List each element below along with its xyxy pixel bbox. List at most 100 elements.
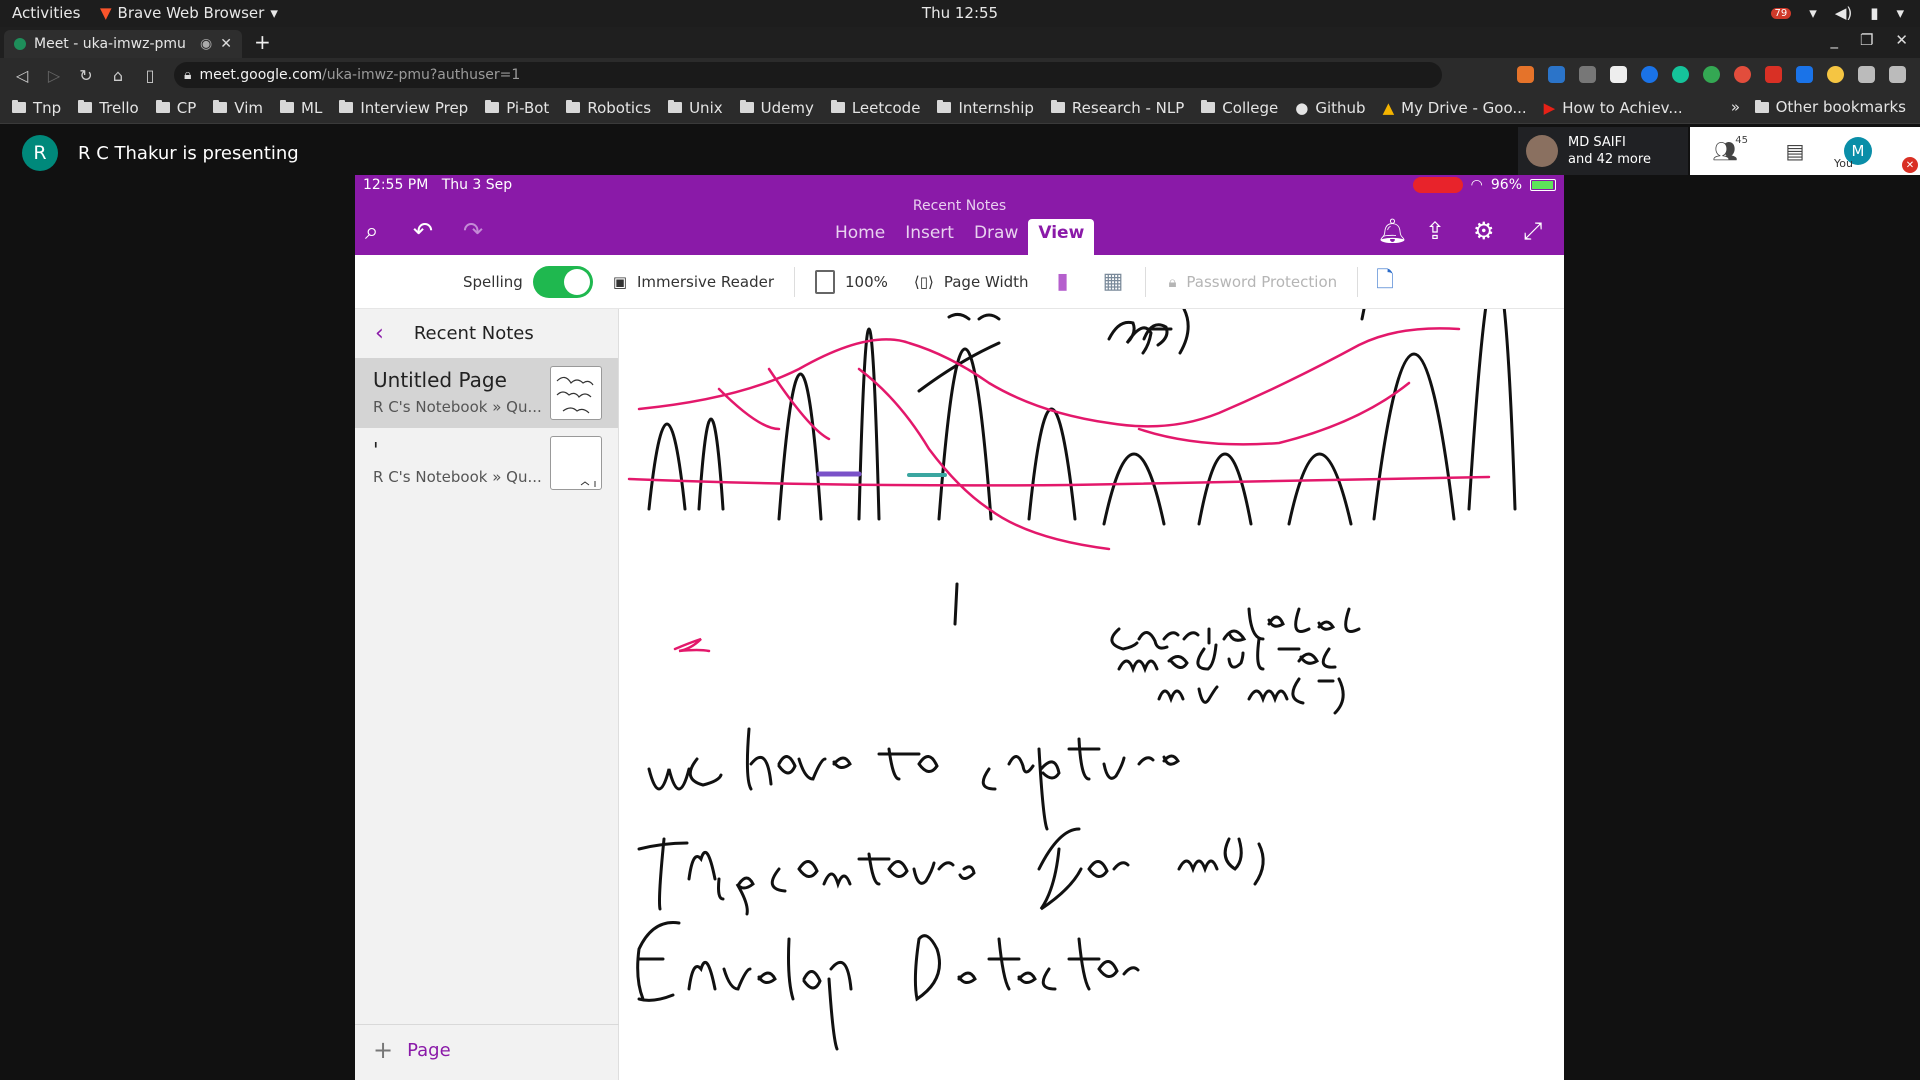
expand-icon[interactable]: ⤢ [1523,217,1542,245]
search-icon[interactable]: ⌕ [365,217,378,245]
bookmark-udemy[interactable]: Udemy [739,99,814,117]
folder-icon [280,100,294,113]
bookmark-leetcode[interactable]: Leetcode [830,99,920,117]
wifi-icon: ◠ [1470,177,1483,193]
people-button[interactable]: 👥︎ 45 [1690,135,1760,163]
note-canvas[interactable] [619,267,1564,1080]
back-icon[interactable]: ◁ [6,66,38,85]
extension-icon[interactable] [1734,66,1751,83]
bookmark-icon[interactable]: ▯ [134,66,166,85]
tab-insert[interactable]: Insert [895,219,964,255]
page-color-icon[interactable]: ▮ [1057,269,1069,294]
extension-icon[interactable] [1548,66,1565,83]
grammarly-icon[interactable] [1672,66,1689,83]
zoom-button[interactable]: 100% [815,269,888,294]
forward-icon[interactable]: ▷ [38,66,70,85]
app-name: Brave Web Browser [117,4,265,22]
password-protection-label: Password Protection [1186,272,1338,291]
system-tray[interactable]: 79 ▾ ◀) ▮ ▾ [1770,4,1904,22]
address-bar[interactable]: 🔒︎ meet.google.com/uka-imwz-pmu?authuser… [174,62,1442,88]
browser-tab[interactable]: Meet - uka-imwz-pmu ◉ ✕ [4,30,242,58]
battery-percent: 96% [1490,177,1522,193]
extension-icon[interactable] [1827,66,1844,83]
bookmark-interview-prep[interactable]: Interview Prep [339,99,468,117]
bookmark-my-drive[interactable]: ▲ My Drive - Goo... [1383,99,1527,117]
clock[interactable]: Thu 12:55 [922,4,998,22]
people-count: 45 [1735,135,1748,146]
menu-icon[interactable] [1889,66,1906,83]
close-tab-icon[interactable]: ✕ [220,36,232,52]
lock-icon: 🔒︎ [184,67,192,83]
bookmark-trello[interactable]: Trello [78,99,139,117]
spelling-label: Spelling [463,272,523,291]
tab-home[interactable]: Home [825,219,895,255]
close-window-icon[interactable]: ✕ [1895,31,1908,49]
extension-icon[interactable] [1517,66,1534,83]
maximize-icon[interactable]: ❐ [1860,31,1873,49]
playlist-icon[interactable] [1858,66,1875,83]
bookmark-ml[interactable]: ML [280,99,322,117]
bookmark-research-nlp[interactable]: Research - NLP [1050,99,1184,117]
minimize-icon[interactable]: _ [1830,31,1838,49]
folder-icon [830,100,845,113]
back-chevron-icon[interactable]: ‹ [375,321,384,346]
bookmarks-bar: Tnp Trello CP Vim ML Interview Prep Pi-B… [0,92,1920,124]
plus-icon: + [373,1036,394,1064]
github-icon: ● [1295,98,1309,117]
tab-strip: Meet - uka-imwz-pmu ◉ ✕ [0,27,1920,58]
folder-icon [339,100,354,113]
more-bookmarks-button[interactable]: » [1731,98,1740,116]
bookmark-college[interactable]: College [1201,99,1278,117]
bookmark-robotics[interactable]: Robotics [566,99,651,117]
list-item[interactable]: ' R C's Notebook » Qu... [355,428,618,498]
other-bookmarks[interactable]: Other bookmarks [1754,98,1906,116]
home-icon[interactable]: ⌂ [102,66,134,85]
undo-icon[interactable]: ↶ [413,217,433,245]
bookmark-internship[interactable]: Internship [937,99,1034,117]
recording-indicator [1412,177,1463,193]
notes-header-title: Recent Notes [912,198,1007,214]
reload-icon[interactable]: ↻ [70,66,102,85]
bookmark-cp[interactable]: CP [155,99,196,117]
extension-icon[interactable] [1796,66,1813,83]
redo-icon[interactable]: ↷ [463,217,483,245]
immersive-reader-button[interactable]: ▣ Immersive Reader [613,273,774,291]
url-path: /uka-imwz-pmu?authuser=1 [322,67,521,83]
activities-button[interactable]: Activities [12,4,80,22]
chat-button[interactable]: ▤ [1760,139,1830,163]
bookmark-vim[interactable]: Vim [213,99,263,117]
spelling-toggle[interactable] [532,265,593,298]
bookmark-youtube[interactable]: ▶ How to Achiev... [1544,99,1683,117]
gear-icon[interactable]: ⚙ [1473,217,1495,245]
bookmark-github[interactable]: ● Github [1295,99,1365,117]
extension-icon[interactable] [1641,66,1658,83]
mic-off-icon: ✕ [1902,157,1918,173]
bookmark-unix[interactable]: Unix [668,99,723,117]
page-history-icon[interactable]: 🗋︎ [1376,263,1394,301]
extension-icon[interactable] [1579,66,1596,83]
extension-icon[interactable] [1610,66,1627,83]
page-width-button[interactable]: ⟨▯⟩ Page Width [914,273,1029,291]
tab-view[interactable]: View [1028,219,1095,255]
bookmark-tnp[interactable]: Tnp [12,99,61,117]
share-icon[interactable]: ⇪ [1425,217,1445,245]
password-protection-button[interactable]: 🔒︎ Password Protection [1168,273,1337,291]
new-tab-button[interactable]: + [254,30,271,54]
avatar [1526,135,1558,167]
wifi-icon: ▾ [1809,4,1817,22]
folder-icon [1050,100,1065,113]
tab-draw[interactable]: Draw [964,219,1028,255]
add-page-button[interactable]: + Page [373,1036,451,1064]
youtube-icon: ▶ [1543,98,1556,117]
participant-tile[interactable]: MD SAIFI and 42 more [1518,127,1688,175]
rule-lines-icon[interactable]: ▦ [1103,269,1124,294]
page-width-icon: ⟨▯⟩ [913,272,934,291]
drive-icon: ▲ [1382,98,1395,117]
notification-badge[interactable]: 79 [1770,7,1792,19]
app-menu[interactable]: ▼ Brave Web Browser ▾ [100,4,278,22]
extension-icon[interactable] [1703,66,1720,83]
extension-icon[interactable] [1765,66,1782,83]
bookmark-pi-bot[interactable]: Pi-Bot [485,99,549,117]
bell-icon[interactable]: 🔔︎ [1377,217,1407,245]
list-item[interactable]: Untitled Page R C's Notebook » Qu... [355,358,618,428]
